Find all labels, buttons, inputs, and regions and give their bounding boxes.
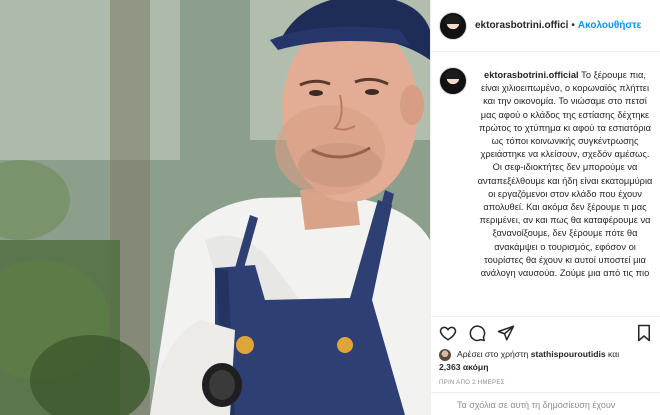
caption-text: Το ξέρουμε πια, είναι χιλιοειπωμένο, ο κ… — [477, 70, 653, 279]
likes-prefix: Αρέσει στο χρήστη — [457, 349, 529, 359]
comment-icon[interactable] — [468, 324, 486, 342]
post-header: ektorasbotrini.officⅰ • Ακολουθήστε — [431, 0, 660, 52]
post-date[interactable]: ΠΡΙΝ ΑΠΟ 2 ΗΜΕΡΕΣ — [439, 379, 505, 386]
share-icon[interactable] — [497, 324, 515, 342]
bookmark-icon[interactable] — [635, 324, 653, 342]
action-bar — [431, 316, 660, 346]
header-separator: • — [571, 20, 575, 31]
chef-portrait-image — [0, 0, 430, 415]
post-caption: ektorasbotrini.official Το ξέρουμε πια, … — [476, 69, 654, 280]
follow-button[interactable]: Ακολουθήστε — [578, 20, 642, 31]
caption-username[interactable]: ektorasbotrini.official — [484, 70, 579, 80]
caption-area[interactable]: ektorasbotrini.official Το ξέρουμε πια, … — [431, 53, 660, 315]
liker-username[interactable]: stathispouroutidis — [531, 349, 606, 359]
likes-line-2: 2,363 ακόμη — [439, 362, 488, 372]
likes-and: και — [608, 349, 620, 359]
heart-icon[interactable] — [439, 324, 457, 342]
avatar[interactable] — [439, 11, 467, 40]
likes-summary: Αρέσει στο χρήστη stathispouroutidis και… — [439, 348, 660, 376]
header-username[interactable]: ektorasbotrini.officⅰ — [475, 20, 568, 31]
post-photo[interactable] — [0, 0, 430, 415]
caption-avatar[interactable] — [439, 67, 467, 95]
likes-line-1: Αρέσει στο χρήστη stathispouroutidis και — [457, 349, 619, 359]
liker-avatar[interactable] — [439, 349, 451, 361]
comments-closed-notice: Τα σχόλια σε αυτή τη δημοσίευση έχουν — [431, 392, 660, 415]
post-sidebar: ektorasbotrini.officⅰ • Ακολουθήστε ekto… — [430, 0, 660, 415]
likes-count[interactable]: 2,363 ακόμη — [439, 362, 488, 372]
